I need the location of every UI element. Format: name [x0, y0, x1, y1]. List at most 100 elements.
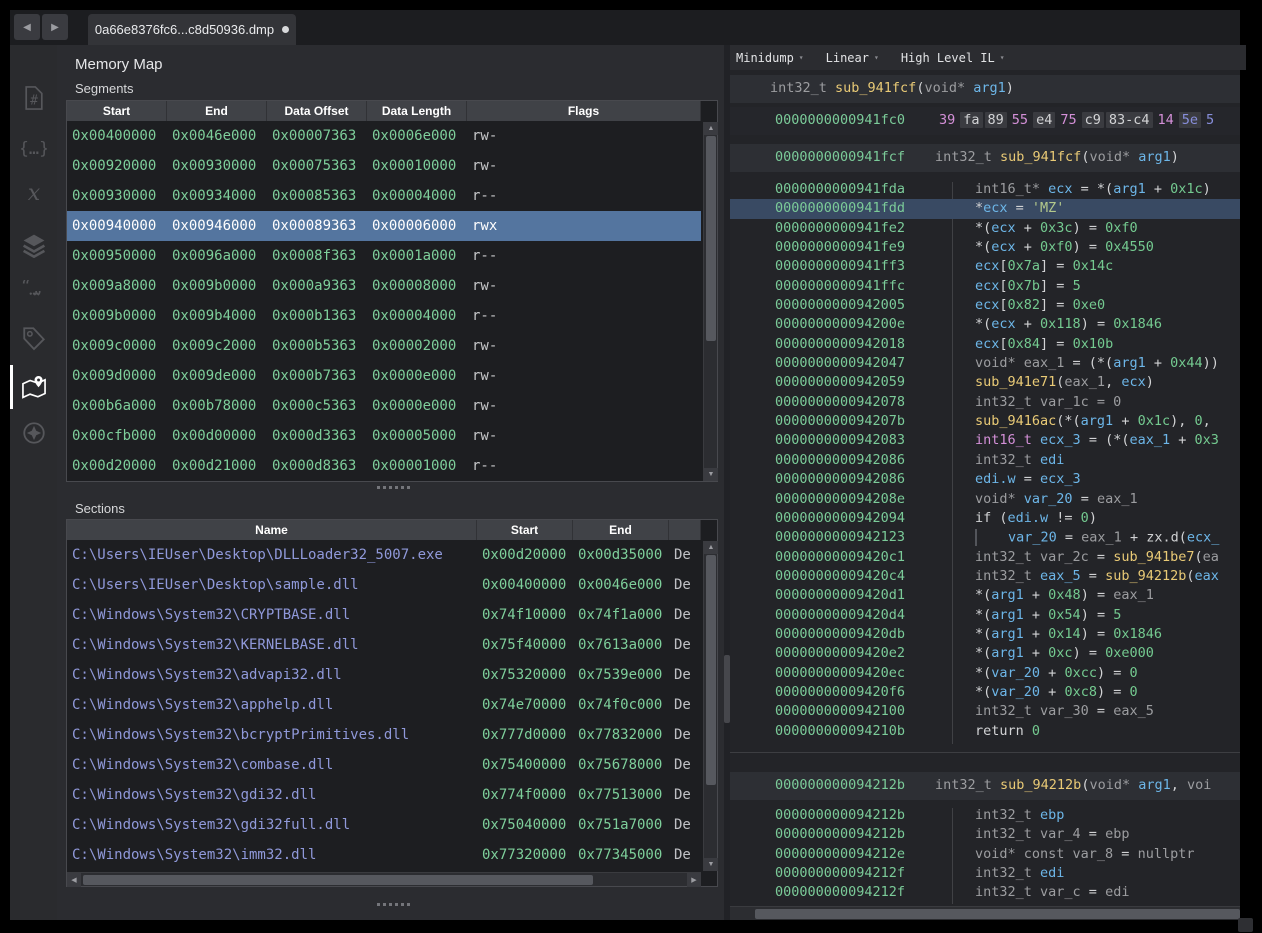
table-row[interactable]: C:\Users\IEUser\Desktop\sample.dll0x0040… — [67, 570, 701, 600]
code-line[interactable]: 00000000009420c4int32_t eax_5 = sub_9421… — [730, 567, 1240, 586]
hex-byte[interactable]: 83-c4 — [1106, 112, 1153, 128]
table-row[interactable]: C:\Windows\System32\CRYPTBASE.dll0x74f10… — [67, 600, 701, 630]
hex-byte[interactable]: 5e — [1179, 112, 1201, 128]
code-line[interactable]: 0000000000942083int16_t ecx_3 = (*(eax_1… — [730, 431, 1240, 450]
column-header[interactable]: Data Length — [367, 101, 467, 121]
hex-byte[interactable]: 75 — [1057, 112, 1079, 128]
code-line[interactable]: 000000000094212bint32_t ebp — [730, 806, 1240, 825]
pane-splitter[interactable] — [377, 486, 410, 489]
scroll-left-icon[interactable]: ◀ — [67, 873, 81, 887]
code-line[interactable]: 0000000000941ff3ecx[0x7a] = 0x14c — [730, 257, 1240, 276]
column-header[interactable]: Data Offset — [267, 101, 367, 121]
column-header[interactable]: Start — [477, 520, 573, 540]
table-row[interactable]: 0x009200000x009300000x000753630x00010000… — [67, 151, 701, 181]
sidebar-item-variables[interactable]: x — [10, 173, 57, 213]
code-line[interactable]: 0000000000941fe9*(ecx + 0xf0) = 0x4550 — [730, 238, 1240, 257]
sections-vscrollbar[interactable]: ▲ ▼ — [703, 541, 717, 871]
scrollbar-thumb[interactable] — [755, 909, 1240, 919]
table-row[interactable]: C:\Windows\System32\advapi32.dll0x753200… — [67, 660, 701, 690]
resize-corner[interactable] — [1238, 918, 1253, 932]
table-row[interactable]: 0x009d00000x009de0000x000b73630x0000e000… — [67, 361, 701, 391]
code-line[interactable]: 00000000009420ec*(var_20 + 0xcc) = 0 — [730, 664, 1240, 683]
table-row[interactable]: 0x009300000x009340000x000853630x00004000… — [67, 181, 701, 211]
function-preview[interactable]: int32_t sub_941fcf(void* arg1) — [730, 75, 1240, 103]
hex-byte[interactable]: 39 — [936, 112, 958, 128]
table-row[interactable]: 0x00b6a0000x00b780000x000c53630x0000e000… — [67, 391, 701, 421]
il-level-dropdown[interactable]: High Level IL ▾ — [901, 51, 1005, 65]
code-line[interactable]: 00000000009420f6*(var_20 + 0xc8) = 0 — [730, 683, 1240, 702]
hex-bytes-line[interactable]: 0000000000941fc0 39fa8955e475c983-c4145e… — [730, 107, 1240, 135]
column-header[interactable]: Start — [67, 101, 167, 121]
table-row[interactable]: 0x009400000x009460000x000893630x00006000… — [67, 211, 701, 241]
linear-hscrollbar[interactable] — [730, 906, 1240, 920]
scrollbar-thumb[interactable] — [83, 875, 593, 885]
code-line[interactable]: 0000000000942078int32_t var_1c = 0 — [730, 393, 1240, 412]
code-line[interactable]: 00000000009420db*(arg1 + 0x14) = 0x1846 — [730, 625, 1240, 644]
column-header[interactable]: End — [573, 520, 669, 540]
scrollbar-thumb[interactable] — [706, 136, 716, 341]
column-header[interactable]: Flags — [467, 101, 701, 121]
code-line[interactable]: 0000000000942086edi.w = ecx_3 — [730, 470, 1240, 489]
sections-hscrollbar[interactable]: ◀ ▶ — [67, 872, 701, 886]
code-line[interactable]: 000000000094210breturn 0 — [730, 722, 1240, 741]
code-line[interactable]: 0000000000942059sub_941e71(eax_1, ecx) — [730, 373, 1240, 392]
nav-back-button[interactable]: ◀ — [14, 14, 40, 40]
code-line[interactable]: 000000000094212fint32_t edi — [730, 864, 1240, 883]
sidebar-item-find[interactable] — [10, 413, 57, 453]
nav-forward-button[interactable]: ▶ — [42, 14, 68, 40]
scroll-down-icon[interactable]: ▼ — [704, 858, 718, 871]
code-line[interactable]: 00000000009420d4*(arg1 + 0x54) = 5 — [730, 606, 1240, 625]
sidebar-item-symbols[interactable]: # — [10, 78, 57, 118]
code-line[interactable]: 0000000000942123var_20 = eax_1 + zx.d(ec… — [730, 528, 1240, 547]
code-line[interactable]: 0000000000942100int32_t var_30 = eax_5 — [730, 702, 1240, 721]
hex-byte[interactable]: 5 — [1203, 112, 1217, 128]
scroll-right-icon[interactable]: ▶ — [687, 873, 701, 887]
code-line[interactable]: 000000000094208evoid* var_20 = eax_1 — [730, 490, 1240, 509]
hex-byte[interactable]: e4 — [1033, 112, 1055, 128]
hex-byte[interactable]: 55 — [1009, 112, 1031, 128]
table-row[interactable]: 0x004000000x0046e0000x000073630x0006e000… — [67, 121, 701, 151]
table-row[interactable]: 0x00cfb0000x00d000000x000d33630x00005000… — [67, 421, 701, 451]
table-row[interactable]: 0x009a80000x009b00000x000a93630x00008000… — [67, 271, 701, 301]
sidebar-item-strings[interactable]: “” — [10, 273, 57, 313]
view-type-dropdown[interactable]: Minidump ▾ — [736, 51, 804, 65]
tab-document[interactable]: 0a66e8376fc6...c8d50936.dmp — [88, 14, 296, 45]
table-row[interactable]: C:\Users\IEUser\Desktop\DLLLoader32_5007… — [67, 540, 701, 570]
hex-byte[interactable]: fa — [960, 112, 982, 128]
code-line[interactable]: 0000000000941fdaint16_t* ecx = *(arg1 + … — [730, 180, 1240, 199]
table-row[interactable]: C:\Windows\System32\bcryptPrimitives.dll… — [67, 720, 701, 750]
code-line[interactable]: 000000000094207bsub_9416ac(*(arg1 + 0x1c… — [730, 412, 1240, 431]
sidebar-item-stack[interactable] — [10, 225, 57, 265]
table-row[interactable]: C:\Windows\System32\gdi32.dll0x774f00000… — [67, 780, 701, 810]
table-row[interactable]: C:\Windows\System32\gdi32full.dll0x75040… — [67, 810, 701, 840]
scroll-up-icon[interactable]: ▲ — [704, 122, 718, 135]
sidebar-item-types[interactable]: {…} — [10, 128, 57, 168]
code-line[interactable]: 000000000094212bint32_t var_4 = ebp — [730, 825, 1240, 844]
table-row[interactable]: 0x00d200000x00d210000x000d83630x00001000… — [67, 451, 701, 481]
function-header[interactable]: 000000000094212b int32_t sub_94212b(void… — [730, 772, 1240, 800]
code-line[interactable]: 0000000000941fe2*(ecx + 0x3c) = 0xf0 — [730, 219, 1240, 238]
layout-dropdown[interactable]: Linear ▾ — [826, 51, 879, 65]
sidebar-item-memory-map[interactable] — [10, 367, 57, 407]
hex-byte[interactable]: c9 — [1082, 112, 1104, 128]
segments-vscrollbar[interactable]: ▲ ▼ — [703, 122, 717, 481]
code-line[interactable]: 0000000000942018ecx[0x84] = 0x10b — [730, 335, 1240, 354]
table-row[interactable]: C:\Windows\System32\KERNELBASE.dll0x75f4… — [67, 630, 701, 660]
table-row[interactable]: C:\Windows\System32\apphelp.dll0x74e7000… — [67, 690, 701, 720]
table-row[interactable]: C:\Windows\System32\combase.dll0x7540000… — [67, 750, 701, 780]
scrollbar-thumb[interactable] — [706, 555, 716, 785]
scroll-down-icon[interactable]: ▼ — [704, 468, 718, 481]
pane-splitter[interactable] — [377, 903, 410, 906]
table-row[interactable]: C:\Windows\System32\imm32.dll0x773200000… — [67, 840, 701, 870]
code-line[interactable]: 0000000000942086int32_t edi — [730, 451, 1240, 470]
code-line[interactable]: 00000000009420d1*(arg1 + 0x48) = eax_1 — [730, 586, 1240, 605]
code-line[interactable]: 000000000094212evoid* const var_8 = null… — [730, 845, 1240, 864]
table-row[interactable]: 0x009b00000x009b40000x000b13630x00004000… — [67, 301, 701, 331]
column-header[interactable]: Name — [67, 520, 477, 540]
scroll-up-icon[interactable]: ▲ — [704, 541, 718, 554]
table-row[interactable]: 0x009c00000x009c20000x000b53630x00002000… — [67, 331, 701, 361]
sidebar-item-tags[interactable] — [10, 318, 57, 358]
code-line[interactable]: 0000000000941fdd*ecx = 'MZ' — [730, 199, 1240, 218]
column-header[interactable]: End — [167, 101, 267, 121]
code-line[interactable]: 00000000009420c1int32_t var_2c = sub_941… — [730, 548, 1240, 567]
